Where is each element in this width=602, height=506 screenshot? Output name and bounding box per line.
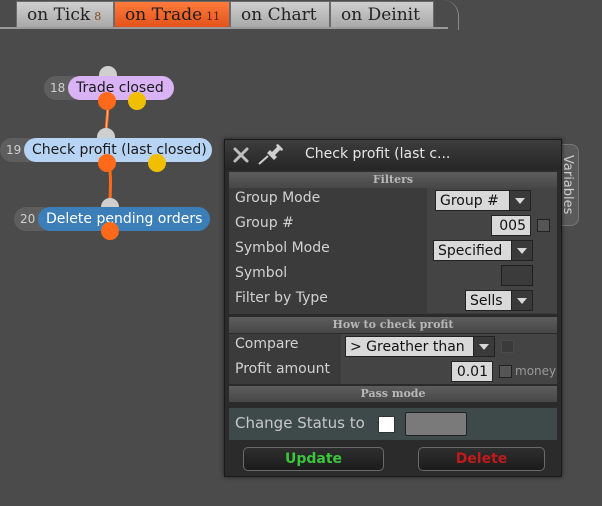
row-group-mode: Group Mode Group # xyxy=(229,188,557,213)
pin-icon[interactable] xyxy=(257,144,285,166)
update-button[interactable]: Update xyxy=(243,447,384,471)
row-change-status: Change Status to xyxy=(229,408,557,440)
profit-amount-input[interactable]: 0.01 xyxy=(451,361,493,382)
group-number-input[interactable]: 005 xyxy=(491,215,531,236)
filter-type-select[interactable]: Sells xyxy=(465,290,533,311)
node-label: Check profit (last closed) xyxy=(24,138,212,162)
row-symbol: Symbol xyxy=(229,263,557,288)
filter-type-label: Filter by Type xyxy=(235,290,328,306)
symbol-mode-label: Symbol Mode xyxy=(235,240,330,256)
row-compare: Compare > Greather than xyxy=(229,334,557,359)
change-status-checkbox[interactable] xyxy=(378,416,395,433)
compare-select[interactable]: > Greather than xyxy=(345,336,495,357)
row-profit-amount: Profit amount 0.01 money xyxy=(229,359,557,384)
check-profit-header: How to check profit xyxy=(229,317,557,333)
symbol-label: Symbol xyxy=(235,265,288,281)
node-output-port[interactable] xyxy=(98,92,116,110)
chevron-down-icon xyxy=(473,337,494,356)
money-checkbox[interactable] xyxy=(499,365,512,378)
money-label: money xyxy=(515,364,557,378)
group-mode-label: Group Mode xyxy=(235,190,321,206)
row-filter-type: Filter by Type Sells xyxy=(229,288,557,313)
group-mode-value: Group # xyxy=(440,193,499,209)
chevron-down-icon xyxy=(511,241,532,260)
chevron-down-icon xyxy=(511,291,532,310)
check-profit-panel: Compare > Greather than Profit amount 0.… xyxy=(229,334,557,384)
compare-checkbox[interactable] xyxy=(501,340,514,353)
value-column xyxy=(427,263,557,288)
dialog-titlebar[interactable]: Check profit (last c... xyxy=(225,140,561,170)
pass-mode-header: Pass mode xyxy=(229,386,557,402)
row-symbol-mode: Symbol Mode Specified xyxy=(229,238,557,263)
filters-header: Filters xyxy=(229,172,557,188)
chevron-down-icon xyxy=(509,191,530,210)
compare-value: > Greather than xyxy=(350,339,465,355)
symbol-mode-select[interactable]: Specified xyxy=(433,240,533,261)
filter-type-value: Sells xyxy=(470,293,503,309)
node-label: Delete pending orders xyxy=(38,207,210,231)
node-output-port[interactable] xyxy=(98,154,116,172)
dialog-title: Check profit (last c... xyxy=(305,146,451,162)
profit-amount-label: Profit amount xyxy=(235,361,330,377)
group-number-label: Group # xyxy=(235,215,294,231)
symbol-input[interactable] xyxy=(501,265,533,286)
node-output-port-alt[interactable] xyxy=(128,92,146,110)
compare-label: Compare xyxy=(235,336,299,352)
change-status-label: Change Status to xyxy=(235,414,365,432)
check-profit-dialog: Check profit (last c... Filters Group Mo… xyxy=(224,139,562,477)
node-output-port-alt[interactable] xyxy=(148,154,166,172)
node-output-port[interactable] xyxy=(101,222,119,240)
group-mode-select[interactable]: Group # xyxy=(435,190,531,211)
row-group-number: Group # 005 xyxy=(229,213,557,238)
delete-button[interactable]: Delete xyxy=(418,447,545,471)
node-label: Trade closed xyxy=(68,76,174,100)
filters-panel: Group Mode Group # Group # 005 Symbol Mo… xyxy=(229,188,557,314)
symbol-mode-value: Specified xyxy=(438,243,503,259)
status-field[interactable] xyxy=(405,412,467,436)
group-number-checkbox[interactable] xyxy=(537,219,550,232)
close-icon[interactable] xyxy=(233,147,249,163)
